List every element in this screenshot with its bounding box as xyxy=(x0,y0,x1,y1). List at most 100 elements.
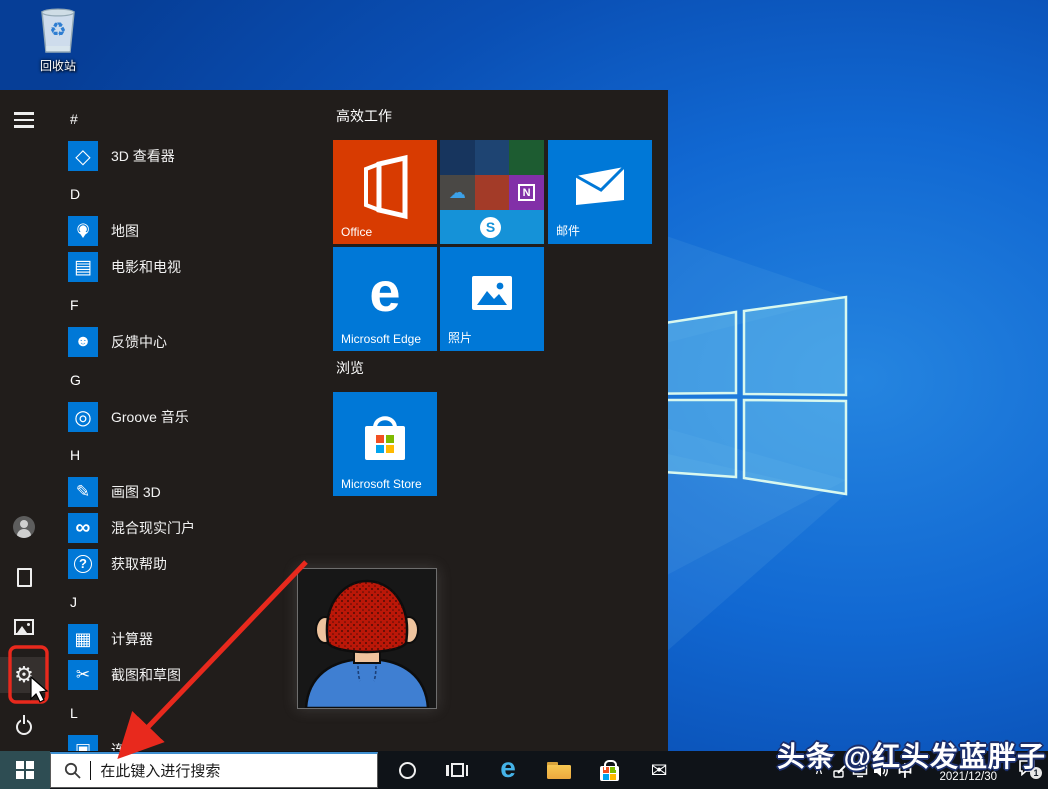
app-label: 反馈中心 xyxy=(111,334,167,350)
start-menu-rail: ⚙ xyxy=(0,90,48,751)
watermark-text: 头条 @红头发蓝胖子 xyxy=(776,741,1046,772)
user-account-button[interactable] xyxy=(0,509,48,545)
app-label: Groove 音乐 xyxy=(111,409,189,425)
groove-music-icon xyxy=(68,402,98,432)
feedback-hub-icon xyxy=(68,327,98,357)
pictures-button[interactable] xyxy=(0,609,48,645)
tile-office[interactable]: Office xyxy=(333,140,437,244)
cortana-icon xyxy=(398,761,416,779)
app-list-item[interactable]: 地图 xyxy=(58,213,330,249)
collage-cell xyxy=(474,175,510,210)
documents-button[interactable] xyxy=(0,559,48,595)
app-list-item[interactable]: 混合现实门户 xyxy=(58,510,330,546)
settings-button[interactable]: ⚙ xyxy=(0,657,48,693)
app-label: 截图和草图 xyxy=(111,667,181,683)
app-list-item[interactable]: Groove 音乐 xyxy=(58,399,330,435)
app-list-section-header[interactable]: H xyxy=(58,435,330,474)
section-letter: G xyxy=(70,371,81,388)
start-button[interactable] xyxy=(0,751,50,789)
gear-icon: ⚙ xyxy=(14,662,34,687)
app-list-item[interactable]: 截图和草图 xyxy=(58,657,330,693)
app-list-section-header[interactable]: # xyxy=(58,99,330,138)
pasted-avatar-image xyxy=(297,568,437,710)
tile-label: 照片 xyxy=(448,331,473,345)
folder-icon xyxy=(547,761,571,779)
app-list-item[interactable]: 反馈中心 xyxy=(58,324,330,360)
app-label: 画图 3D xyxy=(111,484,161,500)
app-list-section-header[interactable]: G xyxy=(58,360,330,399)
tile-label: Microsoft Store xyxy=(341,477,422,491)
app-list-item[interactable]: 画图 3D xyxy=(58,474,330,510)
user-avatar-icon xyxy=(13,516,35,538)
app-label: 计算器 xyxy=(111,631,153,647)
onedrive-cloud-icon: ☁ xyxy=(448,182,466,202)
text-caret xyxy=(90,761,92,780)
app-list-section-header[interactable]: J xyxy=(58,582,330,621)
app-list-item[interactable]: 获取帮助 xyxy=(58,546,330,582)
app-list: # 3D 查看器 D 地图 电影和电视 F 反馈中心 xyxy=(58,99,330,751)
power-button[interactable] xyxy=(0,709,48,745)
app-list-section-header[interactable]: D xyxy=(58,174,330,213)
collage-cell xyxy=(509,140,544,175)
taskbar-search-box[interactable]: 在此键入进行搜索 xyxy=(50,752,378,788)
red-hair-avatar-illustration xyxy=(304,579,430,710)
app-list-item[interactable]: 计算器 xyxy=(58,621,330,657)
collage-cell xyxy=(474,140,510,175)
task-view-button[interactable] xyxy=(437,751,477,789)
tile-microsoft-store[interactable]: Microsoft Store xyxy=(333,392,437,496)
store-bag-icon xyxy=(599,759,619,781)
store-taskbar-button[interactable] xyxy=(589,751,629,789)
tile-mail[interactable]: 邮件 xyxy=(548,140,652,244)
svg-text:♻: ♻ xyxy=(49,20,66,41)
tile-label: Office xyxy=(341,225,373,239)
skype-icon: S xyxy=(480,216,501,238)
tile-label: Microsoft Edge xyxy=(341,332,422,346)
file-explorer-button[interactable] xyxy=(539,751,579,789)
pictures-icon xyxy=(14,619,34,635)
collage-cell-onenote: N xyxy=(509,175,544,210)
recycle-bin[interactable]: ♻ 回收站 xyxy=(14,6,102,75)
app-list-section-header[interactable]: F xyxy=(58,285,330,324)
app-list-item[interactable]: 连接 xyxy=(58,732,330,751)
cortana-button[interactable] xyxy=(387,751,427,789)
mail-taskbar-button[interactable]: ✉ xyxy=(639,751,679,789)
app-list-item[interactable]: 3D 查看器 xyxy=(58,138,330,174)
app-label: 混合现实门户 xyxy=(111,520,195,536)
hamburger-icon xyxy=(14,112,34,128)
section-letter: H xyxy=(70,446,81,463)
expand-menu-button[interactable] xyxy=(0,102,48,138)
collage-cell-onedrive: ☁ xyxy=(440,175,475,210)
windows-logo-icon xyxy=(16,761,34,779)
map-pin-icon xyxy=(68,216,98,246)
movies-tv-icon xyxy=(68,252,98,282)
edge-icon: e xyxy=(500,752,516,783)
app-label: 3D 查看器 xyxy=(111,148,175,164)
tile-office-apps-folder[interactable]: ☁ N S xyxy=(440,140,544,244)
search-placeholder-text: 在此键入进行搜索 xyxy=(100,763,221,780)
app-list-section-header[interactable]: L xyxy=(58,693,330,732)
mixed-reality-icon xyxy=(68,513,98,543)
app-label: 电影和电视 xyxy=(111,259,181,275)
tile-photos[interactable]: 照片 xyxy=(440,247,544,351)
app-list-item[interactable]: 电影和电视 xyxy=(58,249,330,285)
get-help-icon xyxy=(68,549,98,579)
collage-cell-skype: S xyxy=(440,210,544,244)
mail-icon xyxy=(575,165,626,205)
power-icon xyxy=(16,715,32,735)
photos-icon xyxy=(472,276,512,310)
mail-envelope-icon: ✉ xyxy=(650,759,668,782)
collage-cell xyxy=(440,140,475,175)
recycle-bin-label: 回收站 xyxy=(39,59,76,73)
edge-icon: e xyxy=(369,260,401,323)
onenote-icon: N xyxy=(518,184,536,201)
store-icon xyxy=(365,416,405,460)
calculator-icon xyxy=(68,624,98,654)
tile-label: 邮件 xyxy=(556,224,581,238)
section-letter: F xyxy=(70,296,79,313)
office-icon xyxy=(364,154,408,220)
tile-microsoft-edge[interactable]: e Microsoft Edge xyxy=(333,247,437,351)
edge-taskbar-button[interactable]: e xyxy=(488,751,528,789)
paint-3d-icon xyxy=(68,477,98,507)
section-letter: D xyxy=(70,185,81,202)
tile-group-title: 高效工作 xyxy=(336,108,392,124)
